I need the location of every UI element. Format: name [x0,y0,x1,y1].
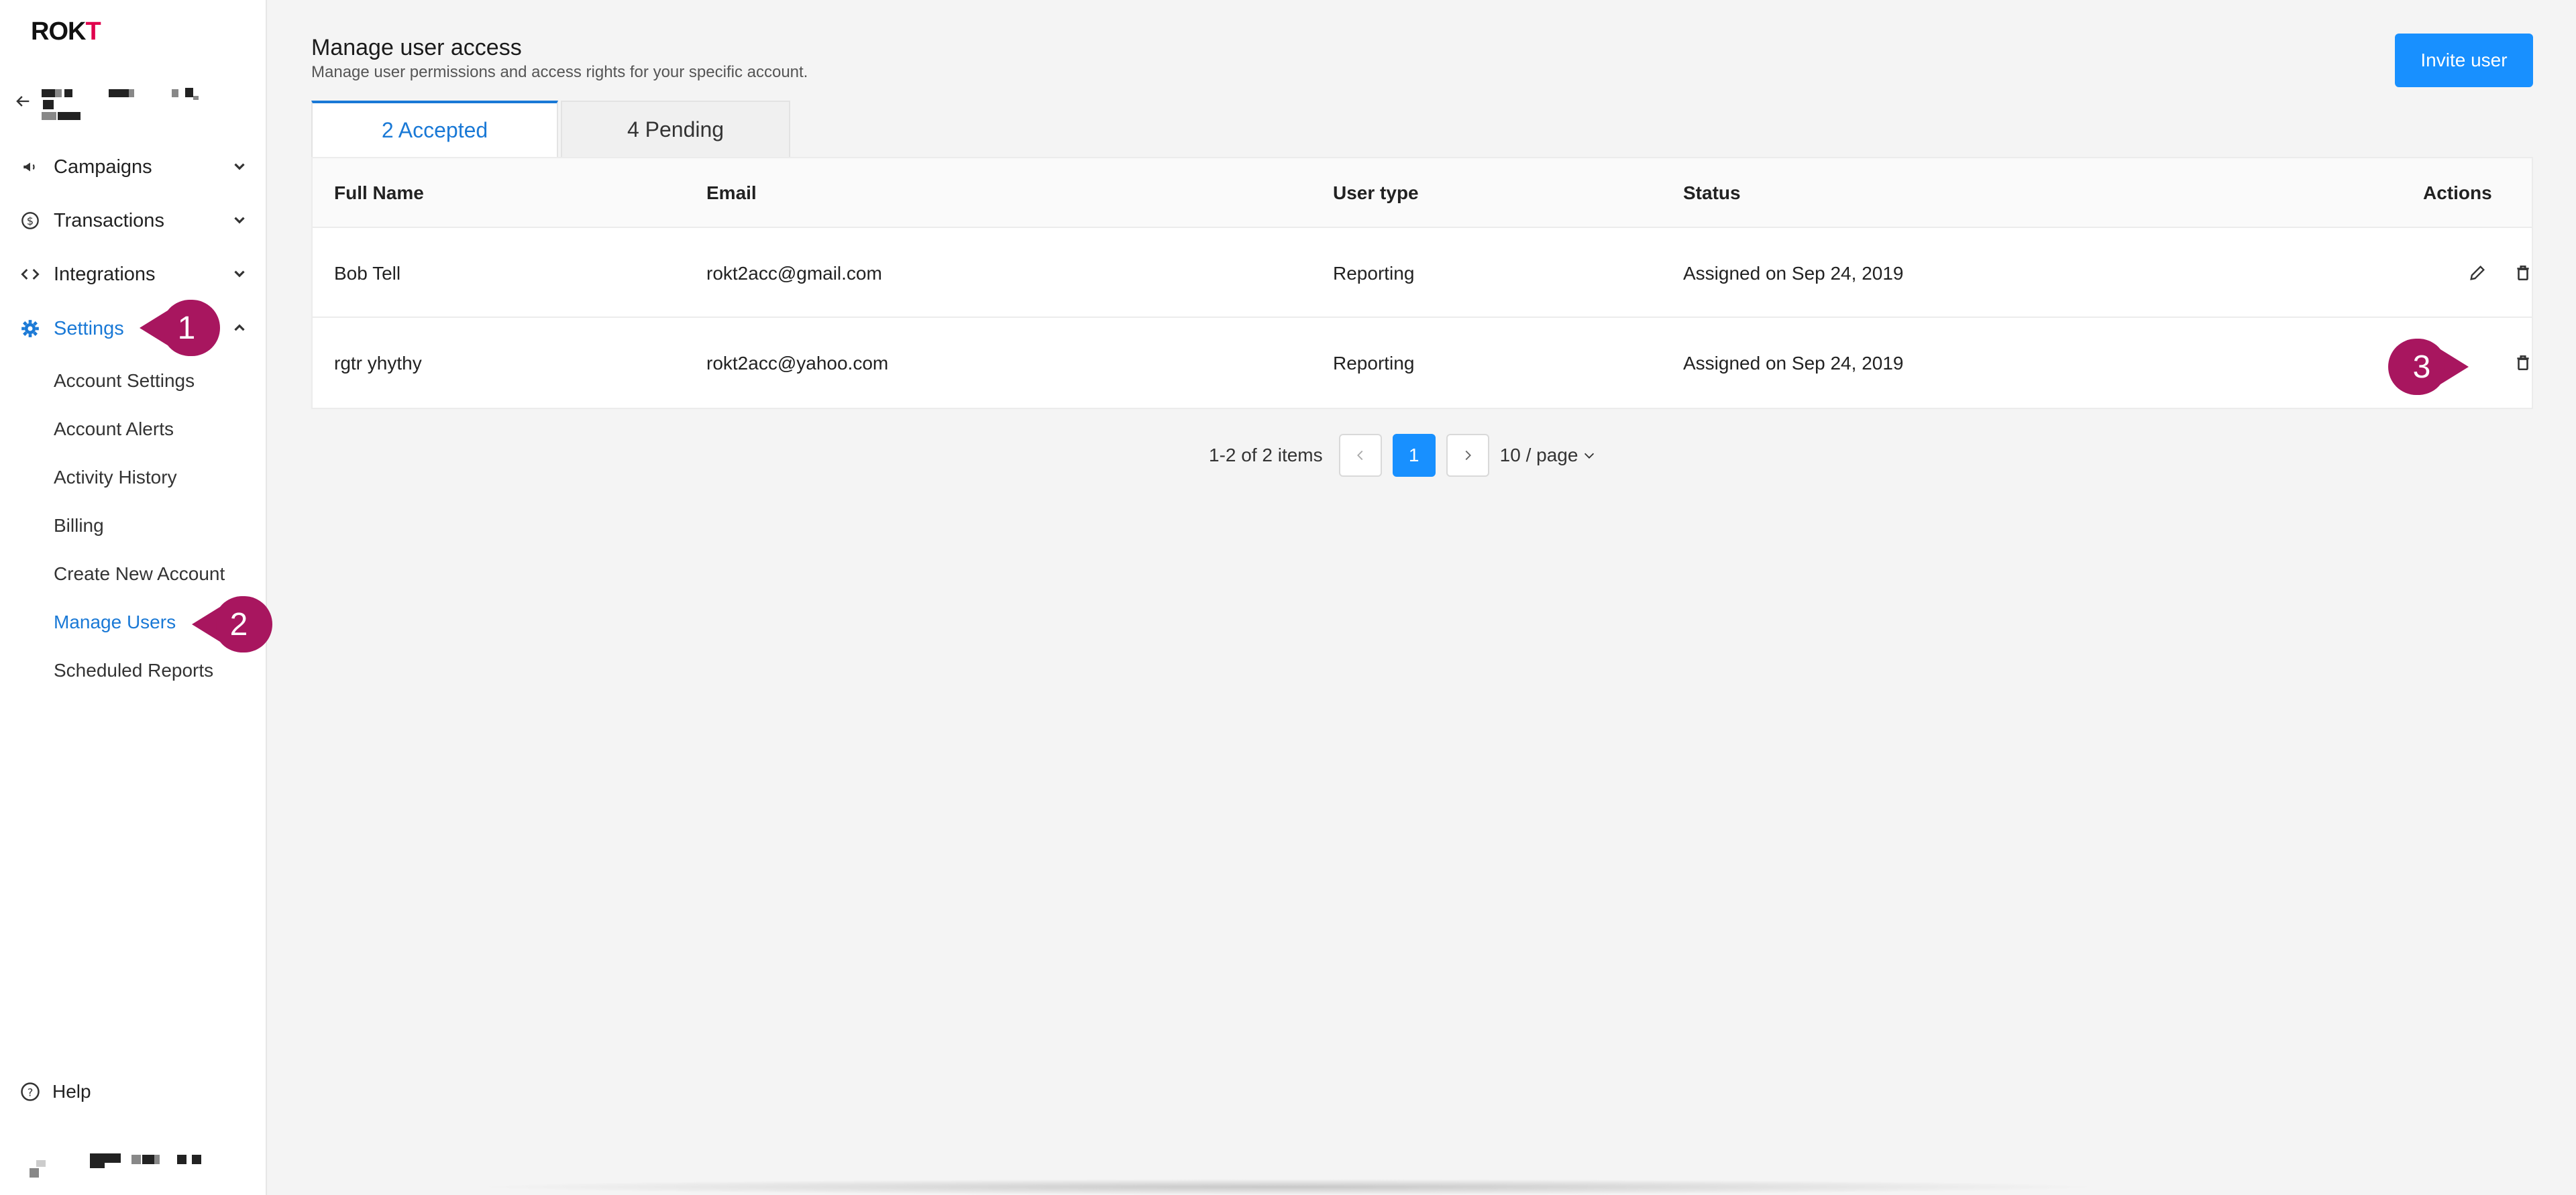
chevron-down-icon [234,163,245,170]
column-header-user-type: User type [1333,182,1419,203]
subnav-account-alerts[interactable]: Account Alerts [54,413,174,445]
chevron-down-icon [234,270,245,278]
users-table: Full Name Email User type Status Actions… [311,157,2533,409]
step-number: 2 [229,606,248,642]
logo-text: ROK [31,17,86,46]
sidebar-item-label: Campaigns [54,156,152,178]
question-circle-icon: ? [21,1082,40,1101]
step-number: 1 [177,310,196,346]
logo-accent: T [85,17,101,46]
code-icon [20,264,40,284]
step-callout-1: 1 [140,300,220,356]
app-root: ROKT Campaigns $ Transactions Integratio… [0,0,2576,1195]
next-page-button[interactable] [1446,434,1489,477]
subnav-scheduled-reports[interactable]: Scheduled Reports [54,655,213,687]
subnav-account-settings[interactable]: Account Settings [54,365,195,397]
subnav-activity-history[interactable]: Activity History [54,461,177,494]
back-arrow-icon[interactable] [13,92,32,111]
sidebar-item-integrations[interactable]: Integrations [20,255,248,293]
sidebar-item-label: Transactions [54,209,164,231]
tab-pending[interactable]: 4 Pending [561,101,790,157]
step-callout-3: 3 [2388,339,2469,395]
table-row: rgtr yhythy rokt2acc@yahoo.com Reporting… [313,318,2532,408]
subnav-create-new-account[interactable]: Create New Account [54,558,225,590]
column-header-email: Email [706,182,757,203]
rokt-logo: ROKT [31,17,101,46]
page-title: Manage user access [311,35,522,60]
help-link[interactable]: ? Help [20,1081,91,1102]
sidebar-item-transactions[interactable]: $ Transactions [20,202,248,239]
page-size-value: 10 / page [1499,445,1578,465]
help-label: Help [52,1081,91,1102]
column-header-actions: Actions [2423,182,2492,203]
subnav-manage-users[interactable]: Manage Users [54,606,176,638]
edit-icon[interactable] [2466,262,2489,284]
column-header-full-name: Full Name [334,182,424,203]
tab-accepted[interactable]: 2 Accepted [311,101,558,157]
sidebar-item-campaigns[interactable]: Campaigns [20,148,248,186]
invite-user-button[interactable]: Invite user [2395,34,2533,87]
page-number-button[interactable]: 1 [1392,434,1436,477]
svg-text:$: $ [27,215,34,227]
cell-email: rokt2acc@gmail.com [706,263,882,284]
pagination-info: 1-2 of 2 items [1209,445,1323,465]
page-size-select[interactable]: 10 / page [1500,445,1597,466]
sidebar-item-label: Settings [54,317,124,339]
cell-email: rokt2acc@yahoo.com [706,353,889,374]
pagination: 1-2 of 2 items 1 10 / page [1209,434,1597,477]
table-header: Full Name Email User type Status Actions [313,158,2532,228]
gear-icon [20,319,40,339]
subnav-billing[interactable]: Billing [54,510,104,542]
megaphone-icon [20,157,40,177]
sidebar-item-label: Integrations [54,263,156,285]
table-row: Bob Tell rokt2acc@gmail.com Reporting As… [313,228,2532,318]
chevron-down-icon [234,217,245,224]
cell-status: Assigned on Sep 24, 2019 [1683,353,1904,374]
chevron-down-icon [1585,453,1595,459]
prev-page-button[interactable] [1338,434,1382,477]
cell-user-type: Reporting [1333,263,1415,284]
account-switcher[interactable] [13,84,255,124]
dollar-circle-icon: $ [20,211,40,231]
main-content: Manage user access Manage user permissio… [267,0,2576,1195]
page-subtitle: Manage user permissions and access right… [311,63,808,81]
step-number: 3 [2412,349,2431,385]
delete-icon[interactable] [2512,262,2534,284]
chevron-left-icon [1356,450,1363,461]
chevron-right-icon [1465,450,1471,461]
column-header-status: Status [1683,182,1741,203]
user-tabs: 2 Accepted 4 Pending [311,101,790,157]
cell-user-type: Reporting [1333,353,1415,374]
chevron-up-icon [234,324,245,331]
step-callout-2: 2 [192,596,272,652]
delete-icon[interactable] [2512,351,2534,374]
svg-text:?: ? [28,1086,34,1098]
cell-status: Assigned on Sep 24, 2019 [1683,263,1904,284]
bottom-shadow [470,1179,2106,1195]
cell-full-name: rgtr yhythy [334,353,422,374]
cell-full-name: Bob Tell [334,263,401,284]
